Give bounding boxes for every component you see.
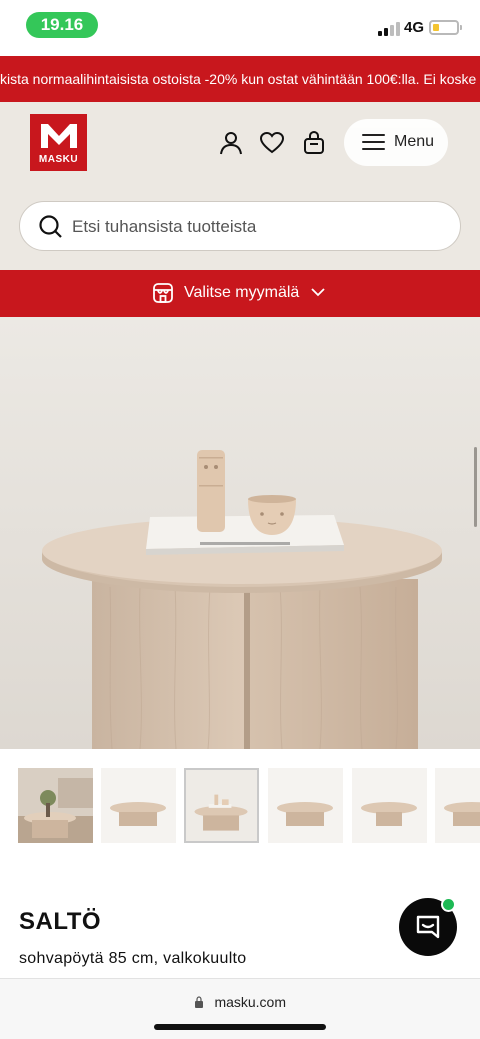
logo-word: MASKU	[38, 154, 79, 165]
lock-icon	[194, 996, 203, 1008]
store-selector[interactable]: Valitse myymälä	[0, 270, 480, 317]
thumbnail-4[interactable]	[268, 768, 343, 843]
menu-button[interactable]: Menu	[344, 119, 448, 166]
product-title: SALTÖ	[19, 908, 102, 935]
thumbnail-gallery	[0, 749, 480, 859]
thumbnail-5[interactable]	[352, 768, 427, 843]
store-icon	[153, 283, 173, 303]
masku-logo[interactable]: MASKU	[30, 114, 87, 171]
search-bar[interactable]	[19, 201, 461, 251]
status-time: 19.16	[26, 12, 98, 38]
bag-icon[interactable]	[301, 130, 327, 156]
heart-icon[interactable]	[259, 130, 285, 156]
browser-address-bar[interactable]: masku.com	[0, 978, 480, 1039]
search-icon	[39, 215, 62, 238]
battery-icon	[429, 20, 459, 35]
user-icon[interactable]	[218, 130, 244, 156]
hamburger-icon	[362, 134, 385, 151]
search-input[interactable]	[72, 209, 442, 245]
page-scrollbar[interactable]	[474, 447, 477, 527]
product-subtitle: sohvapöytä 85 cm, valkokuulto	[19, 950, 247, 967]
home-indicator[interactable]	[154, 1024, 326, 1030]
chat-icon	[416, 915, 440, 939]
site-header: MASKU Menu	[0, 102, 480, 270]
product-hero-image[interactable]	[0, 317, 480, 749]
coffee-table-photo	[0, 317, 480, 749]
status-bar: 19.16 4G	[0, 0, 480, 56]
promo-text: kista normaalihintaisista ostoista -20% …	[0, 71, 480, 87]
thumbnail-1[interactable]	[18, 768, 93, 843]
chevron-down-icon	[311, 288, 325, 297]
thumbnail-2[interactable]	[101, 768, 176, 843]
signal-icon	[378, 20, 400, 36]
store-selector-label: Valitse myymälä	[184, 284, 300, 301]
network-label: 4G	[404, 19, 425, 36]
thumbnail-6[interactable]	[435, 768, 480, 843]
battery-tip	[460, 25, 462, 30]
url-text: masku.com	[214, 993, 287, 1010]
thumbnail-3[interactable]	[184, 768, 259, 843]
url-display[interactable]: masku.com	[0, 993, 480, 1013]
promo-banner[interactable]: kista normaalihintaisista ostoista -20% …	[0, 56, 480, 102]
menu-label: Menu	[394, 133, 435, 150]
online-status-dot	[441, 897, 456, 912]
